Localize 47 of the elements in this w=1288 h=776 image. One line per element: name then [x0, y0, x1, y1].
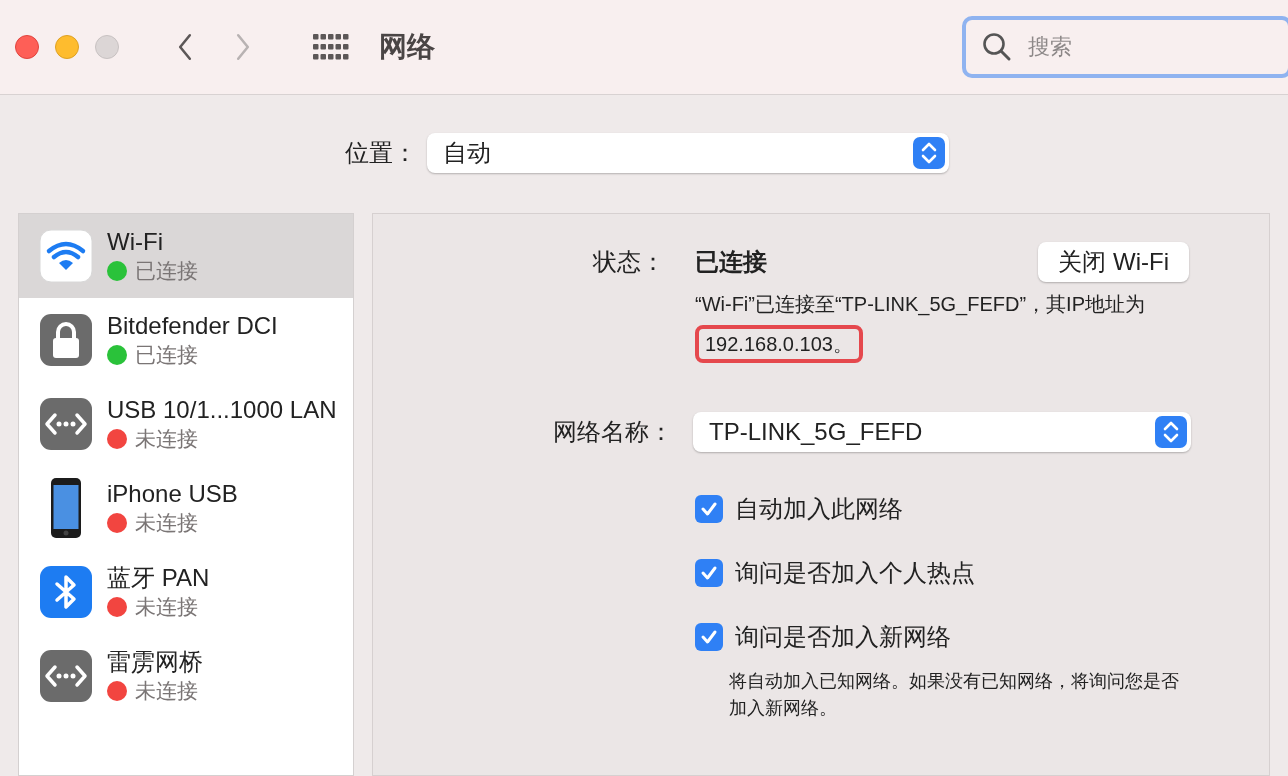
service-name: Wi-Fi	[107, 227, 164, 257]
service-status: 未连接	[135, 678, 198, 704]
window-title: 网络	[379, 30, 435, 64]
search-field[interactable]: 搜索	[962, 16, 1288, 78]
option-label: 自动加入此网络	[735, 494, 903, 524]
service-item[interactable]: 蓝牙 PAN 未连接	[19, 550, 353, 634]
service-name: USB 10/1...1000 LAN	[107, 395, 337, 425]
service-status: 未连接	[135, 426, 198, 452]
service-item[interactable]: 雷雳网桥 未连接	[19, 634, 353, 718]
wifi-icon	[39, 229, 93, 283]
service-item[interactable]: USB 10/1...1000 LAN 未连接	[19, 382, 353, 466]
turn-off-wifi-button[interactable]: 关闭 Wi-Fi	[1038, 242, 1189, 282]
ethernet-icon	[39, 649, 93, 703]
stepper-icon	[1155, 416, 1187, 448]
lock-icon	[39, 313, 93, 367]
network-name-label: 网络名称：	[552, 417, 673, 447]
service-name: Bitdefender DCI	[107, 311, 278, 341]
minimize-button[interactable]	[55, 35, 79, 59]
service-name: 雷雳网桥	[107, 647, 203, 677]
service-item[interactable]: Wi-Fi 已连接	[19, 214, 353, 298]
service-status: 未连接	[135, 510, 198, 536]
back-button[interactable]	[177, 33, 193, 61]
status-value: 已连接	[695, 247, 767, 277]
service-status: 未连接	[135, 594, 198, 620]
ethernet-icon	[39, 397, 93, 451]
service-status: 已连接	[135, 258, 198, 284]
bluetooth-icon	[39, 565, 93, 619]
service-status: 已连接	[135, 342, 198, 368]
stepper-icon	[913, 137, 945, 169]
option-label: 询问是否加入新网络	[735, 622, 951, 652]
option-label: 询问是否加入个人热点	[735, 558, 975, 588]
connection-description: “Wi-Fi”已连接至“TP-LINK_5G_FEFD”，其IP地址为 192.168.0.103。	[695, 284, 1165, 364]
checkbox[interactable]	[695, 559, 723, 587]
checkbox[interactable]	[695, 495, 723, 523]
service-name: 蓝牙 PAN	[107, 563, 210, 593]
status-label: 状态：	[592, 247, 665, 277]
network-dropdown[interactable]: TP-LINK_5G_FEFD	[693, 412, 1191, 452]
service-item[interactable]: iPhone USB 未连接	[19, 466, 353, 550]
service-item[interactable]: Bitdefender DCI 已连接	[19, 298, 353, 382]
location-dropdown[interactable]: 自动	[427, 133, 949, 173]
location-label: 位置：	[344, 138, 417, 168]
search-icon	[982, 32, 1012, 62]
grid-icon[interactable]	[313, 34, 349, 60]
service-name: iPhone USB	[107, 479, 238, 509]
option-note: 将自动加入已知网络。如果没有已知网络，将询问您是否加入新网络。	[729, 670, 1180, 720]
close-button[interactable]	[15, 35, 39, 59]
checkbox[interactable]	[695, 623, 723, 651]
